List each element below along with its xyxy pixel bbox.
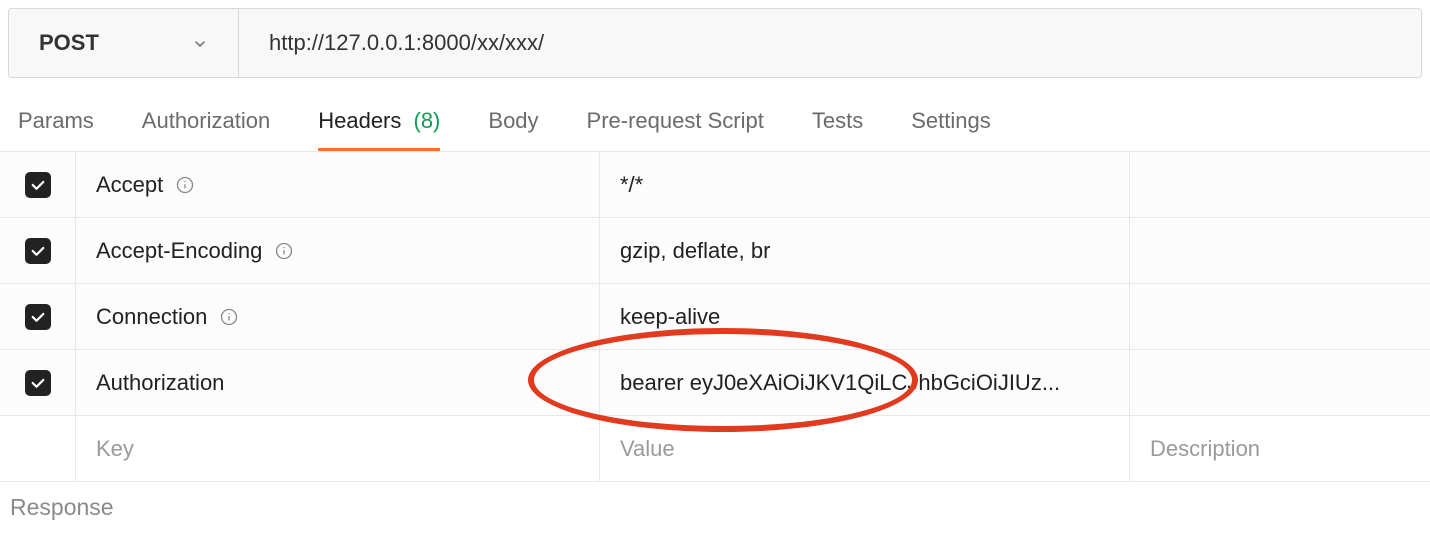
checkbox[interactable]	[25, 172, 51, 198]
header-row-checkbox-cell	[0, 416, 76, 481]
header-key-cell[interactable]: Accept	[76, 152, 600, 217]
header-key-placeholder[interactable]: Key	[76, 416, 600, 481]
header-row: Accept */*	[0, 152, 1430, 218]
header-row-checkbox-cell	[0, 350, 76, 415]
header-desc-placeholder-text: Description	[1150, 436, 1260, 462]
checkbox[interactable]	[25, 304, 51, 330]
header-value-cell[interactable]: */*	[600, 152, 1130, 217]
tab-params[interactable]: Params	[18, 98, 94, 151]
header-value: keep-alive	[620, 304, 720, 330]
headers-table: Accept */* Accept-Encoding	[0, 151, 1430, 482]
tab-prerequest[interactable]: Pre-request Script	[587, 98, 764, 151]
header-value: gzip, deflate, br	[620, 238, 770, 264]
checkbox[interactable]	[25, 370, 51, 396]
http-method-label: POST	[39, 30, 99, 56]
info-icon[interactable]	[219, 307, 239, 327]
tab-headers[interactable]: Headers (8)	[318, 98, 440, 151]
tab-headers-label: Headers	[318, 108, 401, 133]
header-row-checkbox-cell	[0, 284, 76, 349]
header-desc-cell[interactable]	[1130, 152, 1430, 217]
header-key: Authorization	[96, 370, 224, 396]
header-value: bearer eyJ0eXAiOiJKV1QiLCJhbGciOiJIUz...	[620, 370, 1060, 396]
request-bar: POST	[8, 8, 1422, 78]
tab-headers-count: (8)	[414, 108, 441, 133]
header-value-placeholder-text: Value	[620, 436, 675, 462]
url-input[interactable]	[239, 9, 1421, 77]
http-method-select[interactable]: POST	[9, 9, 239, 77]
tab-body[interactable]: Body	[488, 98, 538, 151]
header-desc-cell[interactable]	[1130, 218, 1430, 283]
header-key-cell[interactable]: Authorization	[76, 350, 600, 415]
header-key-cell[interactable]: Accept-Encoding	[76, 218, 600, 283]
header-value-placeholder[interactable]: Value	[600, 416, 1130, 481]
header-desc-cell[interactable]	[1130, 350, 1430, 415]
tab-settings[interactable]: Settings	[911, 98, 991, 151]
response-section-label: Response	[0, 482, 1430, 533]
header-row: Connection keep-alive	[0, 284, 1430, 350]
header-desc-placeholder[interactable]: Description	[1130, 416, 1430, 481]
header-desc-cell[interactable]	[1130, 284, 1430, 349]
header-value-cell[interactable]: bearer eyJ0eXAiOiJKV1QiLCJhbGciOiJIUz...	[600, 350, 1130, 415]
headers-table-wrap: Accept */* Accept-Encoding	[0, 151, 1430, 482]
header-row-checkbox-cell	[0, 218, 76, 283]
header-row: Accept-Encoding gzip, deflate, br	[0, 218, 1430, 284]
header-value: */*	[620, 172, 643, 198]
header-value-cell[interactable]: gzip, deflate, br	[600, 218, 1130, 283]
header-key-cell[interactable]: Connection	[76, 284, 600, 349]
tab-tests[interactable]: Tests	[812, 98, 863, 151]
header-row-checkbox-cell	[0, 152, 76, 217]
tab-authorization[interactable]: Authorization	[142, 98, 270, 151]
checkbox[interactable]	[25, 238, 51, 264]
header-key: Connection	[96, 304, 207, 330]
header-key: Accept	[96, 172, 163, 198]
header-key: Accept-Encoding	[96, 238, 262, 264]
info-icon[interactable]	[175, 175, 195, 195]
header-value-cell[interactable]: keep-alive	[600, 284, 1130, 349]
header-key-placeholder-text: Key	[96, 436, 134, 462]
header-row: Authorization bearer eyJ0eXAiOiJKV1QiLCJ…	[0, 350, 1430, 416]
chevron-down-icon	[192, 35, 208, 51]
info-icon[interactable]	[274, 241, 294, 261]
header-placeholder-row: Key Value Description	[0, 416, 1430, 482]
request-tabs: Params Authorization Headers (8) Body Pr…	[0, 86, 1430, 151]
